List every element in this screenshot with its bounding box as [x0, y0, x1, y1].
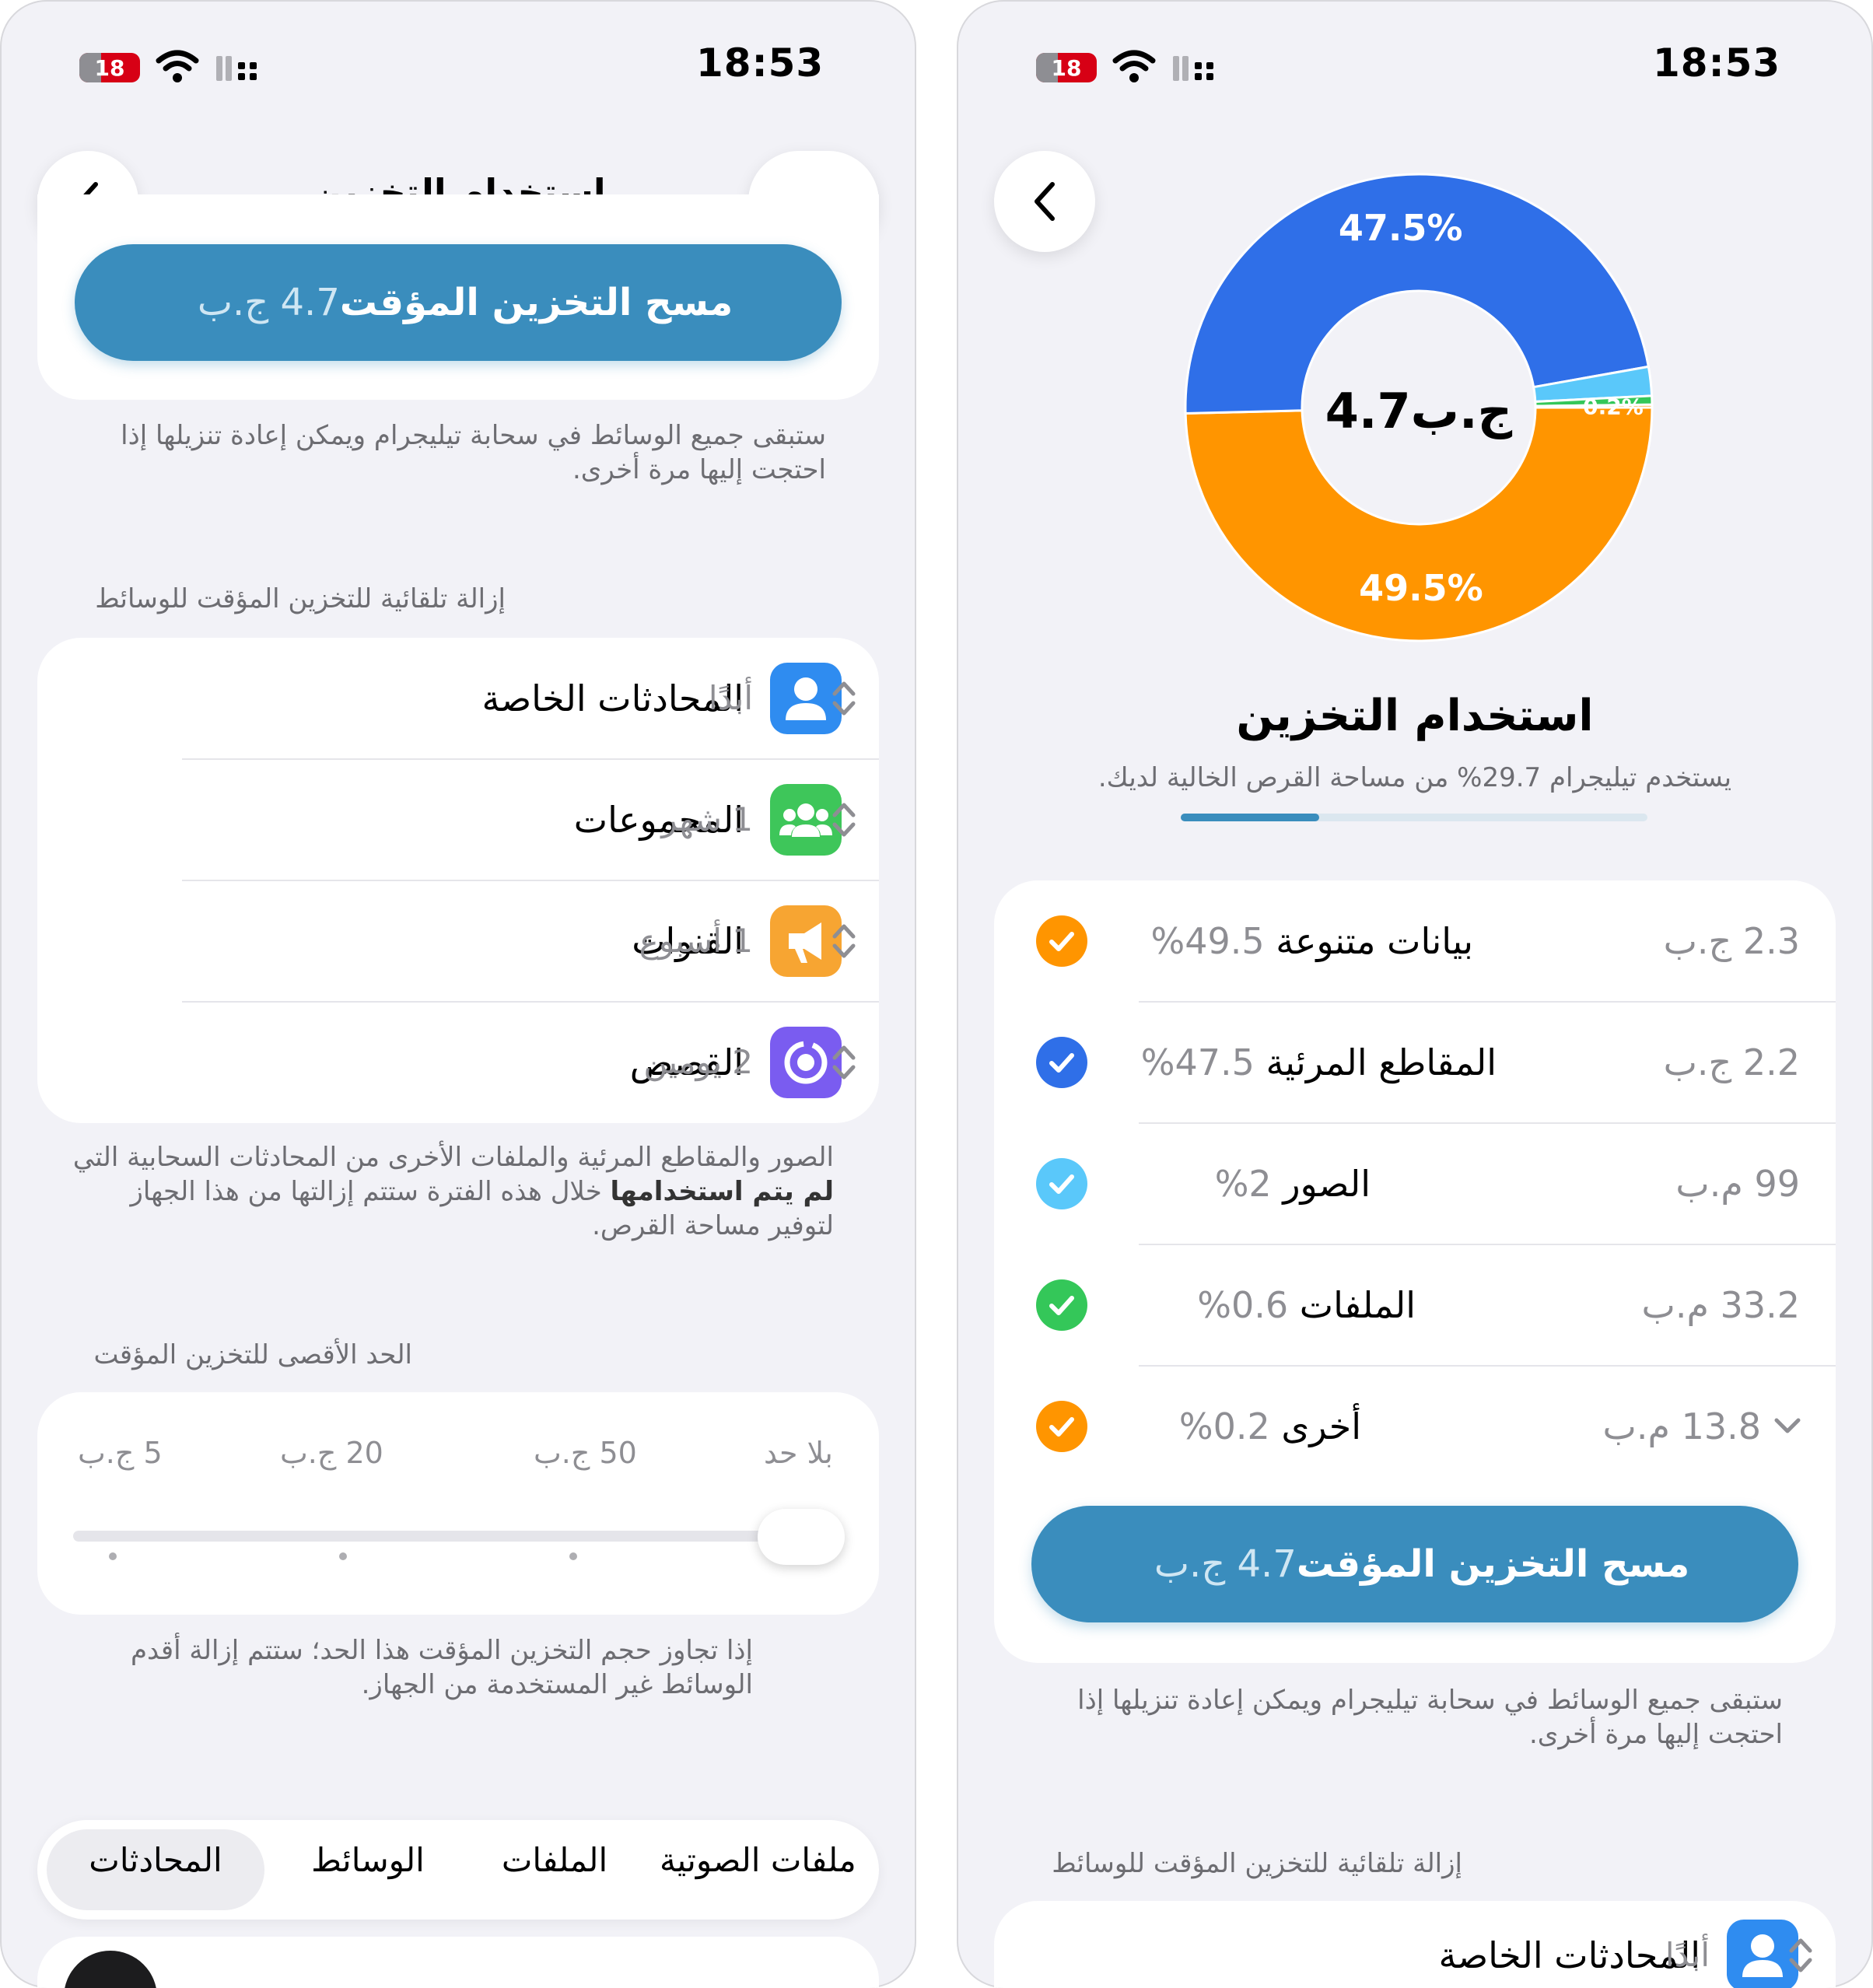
status-time: 18:53 [696, 40, 824, 86]
chevron-updown-icon [832, 924, 856, 958]
wifi-icon [156, 50, 199, 82]
auto-remove-card: المحادثات الخاصة أبدًا المجموعات 1 شهر ا… [37, 638, 879, 1123]
checkmark-icon[interactable] [1036, 1401, 1087, 1452]
slider-track[interactable] [73, 1531, 843, 1542]
storage-title: استخدام التخزين [1236, 691, 1594, 741]
auto-remove-header: إزالة تلقائية للتخزين المؤقت للوسائط [95, 583, 506, 614]
signal-icon [216, 56, 257, 81]
tab-voice[interactable]: ملفات الصوتية [660, 1820, 879, 1901]
row-value: 1 أسبوع [639, 922, 753, 960]
category-row-photos[interactable]: الصور 2% 99 م.ب [994, 1123, 1836, 1244]
avatar[interactable] [64, 1951, 157, 1988]
tick-20gb: 20 ج.ب [280, 1436, 383, 1470]
checkmark-icon[interactable] [1036, 915, 1087, 967]
auto-remove-card: المحادثات الخاصة أبدًا [994, 1901, 1836, 1988]
donut-slice-label: 47.5% [1339, 207, 1463, 249]
category-label: المقاطع المرئية 47.5% [1140, 1041, 1497, 1083]
battery-icon: 18 [1036, 53, 1097, 82]
category-row-videos[interactable]: المقاطع المرئية 47.5% 2.2 ج.ب [994, 1002, 1836, 1123]
chevron-down-icon[interactable] [1772, 1412, 1803, 1439]
auto-remove-row-channels[interactable]: القنوات 1 أسبوع [37, 880, 879, 1002]
tick-5gb: 5 ج.ب [78, 1436, 163, 1470]
battery-icon: 18 [79, 53, 140, 82]
category-row-files[interactable]: الملفات 0.6% 33.2 م.ب [994, 1244, 1836, 1366]
donut-slice-label: 49.5% [1359, 567, 1483, 609]
disk-usage-fill [1181, 814, 1320, 821]
row-label: المحادثات الخاصة [1438, 1934, 1700, 1976]
max-cache-card: 5 ج.ب 20 ج.ب 50 ج.ب بلا حد [37, 1392, 879, 1615]
chevron-updown-icon [832, 1045, 856, 1080]
category-label: بيانات متنوعة 49.5% [1150, 920, 1473, 962]
categories-card: بيانات متنوعة 49.5% 2.3 ج.ب المقاطع المر… [994, 880, 1836, 1663]
chevron-left-icon [1035, 182, 1055, 221]
clear-cache-label: مسح التخزين المؤقت [1296, 1542, 1690, 1586]
checkmark-icon[interactable] [1036, 1158, 1087, 1209]
category-size: 99 م.ب [1675, 1163, 1800, 1205]
auto-remove-note: الصور والمقاطع المرئية والملفات الأخرى م… [72, 1142, 834, 1241]
donut-center-label: 4.7ج.ب [1325, 383, 1513, 439]
category-row-other[interactable]: أخرى 0.2% 13.8 م.ب [994, 1366, 1836, 1487]
checkmark-icon[interactable] [1036, 1037, 1087, 1088]
clear-cache-label: مسح التخزين المؤقت [339, 281, 733, 324]
chevron-updown-icon [1789, 1938, 1812, 1972]
category-size: 2.2 ج.ب [1663, 1041, 1800, 1083]
auto-remove-row-private[interactable]: المحادثات الخاصة أبدًا [994, 1901, 1836, 1988]
tick-50gb: 50 ج.ب [534, 1436, 637, 1470]
tab-chats[interactable]: المحادثات [47, 1820, 264, 1901]
row-value: 2 يومين [643, 1043, 753, 1081]
clear-cache-note: ستبقى جميع الوسائط في سحابة تيليجرام ويم… [121, 420, 826, 485]
row-label: المحادثات الخاصة [481, 677, 744, 719]
category-size: 33.2 م.ب [1641, 1284, 1800, 1326]
donut-slice-label: 0.2% [1583, 394, 1644, 419]
chevron-updown-icon [832, 681, 856, 716]
row-value: 1 شهر [661, 800, 753, 838]
max-cache-header: الحد الأقصى للتخزين المؤقت [93, 1339, 412, 1370]
auto-remove-row-private[interactable]: المحادثات الخاصة أبدًا [37, 638, 879, 759]
clear-cache-button[interactable]: مسح التخزين المؤقت 4.7 ج.ب [1031, 1506, 1798, 1622]
clear-cache-button[interactable]: مسح التخزين المؤقت 4.7 ج.ب [75, 244, 842, 361]
storage-usage-screen: 18 18:53 49.5% 47.5% 0.2% 4.7ج.ب استخدام ا… [957, 0, 1873, 1988]
category-label: الصور 2% [1214, 1163, 1371, 1205]
disk-usage-bar [1181, 814, 1647, 821]
row-value: أبدًا [708, 679, 753, 717]
category-row-misc[interactable]: بيانات متنوعة 49.5% 2.3 ج.ب [994, 880, 1836, 1002]
tab-files[interactable]: الملفات [473, 1820, 636, 1901]
signal-icon [1173, 56, 1213, 81]
auto-remove-header: إزالة تلقائية للتخزين المؤقت للوسائط [1052, 1848, 1462, 1879]
wifi-icon [1112, 50, 1156, 82]
tab-media[interactable]: الوسائط [286, 1820, 450, 1901]
checkmark-icon[interactable] [1036, 1279, 1087, 1331]
clear-cache-size: 4.7 ج.ب [197, 281, 340, 324]
back-button[interactable] [994, 151, 1095, 252]
category-label: أخرى 0.2% [1178, 1405, 1361, 1447]
clear-cache-size: 4.7 ج.ب [1154, 1542, 1297, 1586]
chat-list-card [37, 1937, 879, 1988]
auto-remove-row-stories[interactable]: القصص 2 يومين [37, 1002, 879, 1123]
slider-dot [109, 1552, 117, 1560]
slider-dot [339, 1552, 347, 1560]
media-tab-bar: المحادثات الوسائط الملفات ملفات الصوتية [37, 1820, 879, 1920]
chevron-updown-icon [832, 803, 856, 837]
auto-remove-row-groups[interactable]: المجموعات 1 شهر [37, 759, 879, 880]
slider-dot [569, 1552, 577, 1560]
category-size: 13.8 م.ب [1602, 1405, 1761, 1447]
category-label: الملفات 0.6% [1197, 1284, 1416, 1326]
storage-subtitle: يستخدم تيليجرام 29.7% من مساحة القرص الخ… [1098, 762, 1732, 793]
tick-unlimited: بلا حد [764, 1436, 833, 1470]
clear-cache-note: ستبقى جميع الوسائط في سحابة تيليجرام ويم… [1077, 1685, 1783, 1750]
row-value: أبدًا [1665, 1936, 1710, 1974]
status-time: 18:53 [1653, 40, 1781, 86]
max-cache-note: إذا تجاوز حجم التخزين المؤقت هذا الحد؛ س… [130, 1635, 753, 1700]
storage-donut-chart: 49.5% 47.5% 0.2% 4.7ج.ب [1184, 173, 1654, 642]
storage-settings-screen: 18 18:53 استخدام التخزين تحرير مسح التخز… [0, 0, 916, 1988]
slider-thumb[interactable] [758, 1509, 845, 1565]
category-size: 2.3 ج.ب [1663, 920, 1800, 962]
